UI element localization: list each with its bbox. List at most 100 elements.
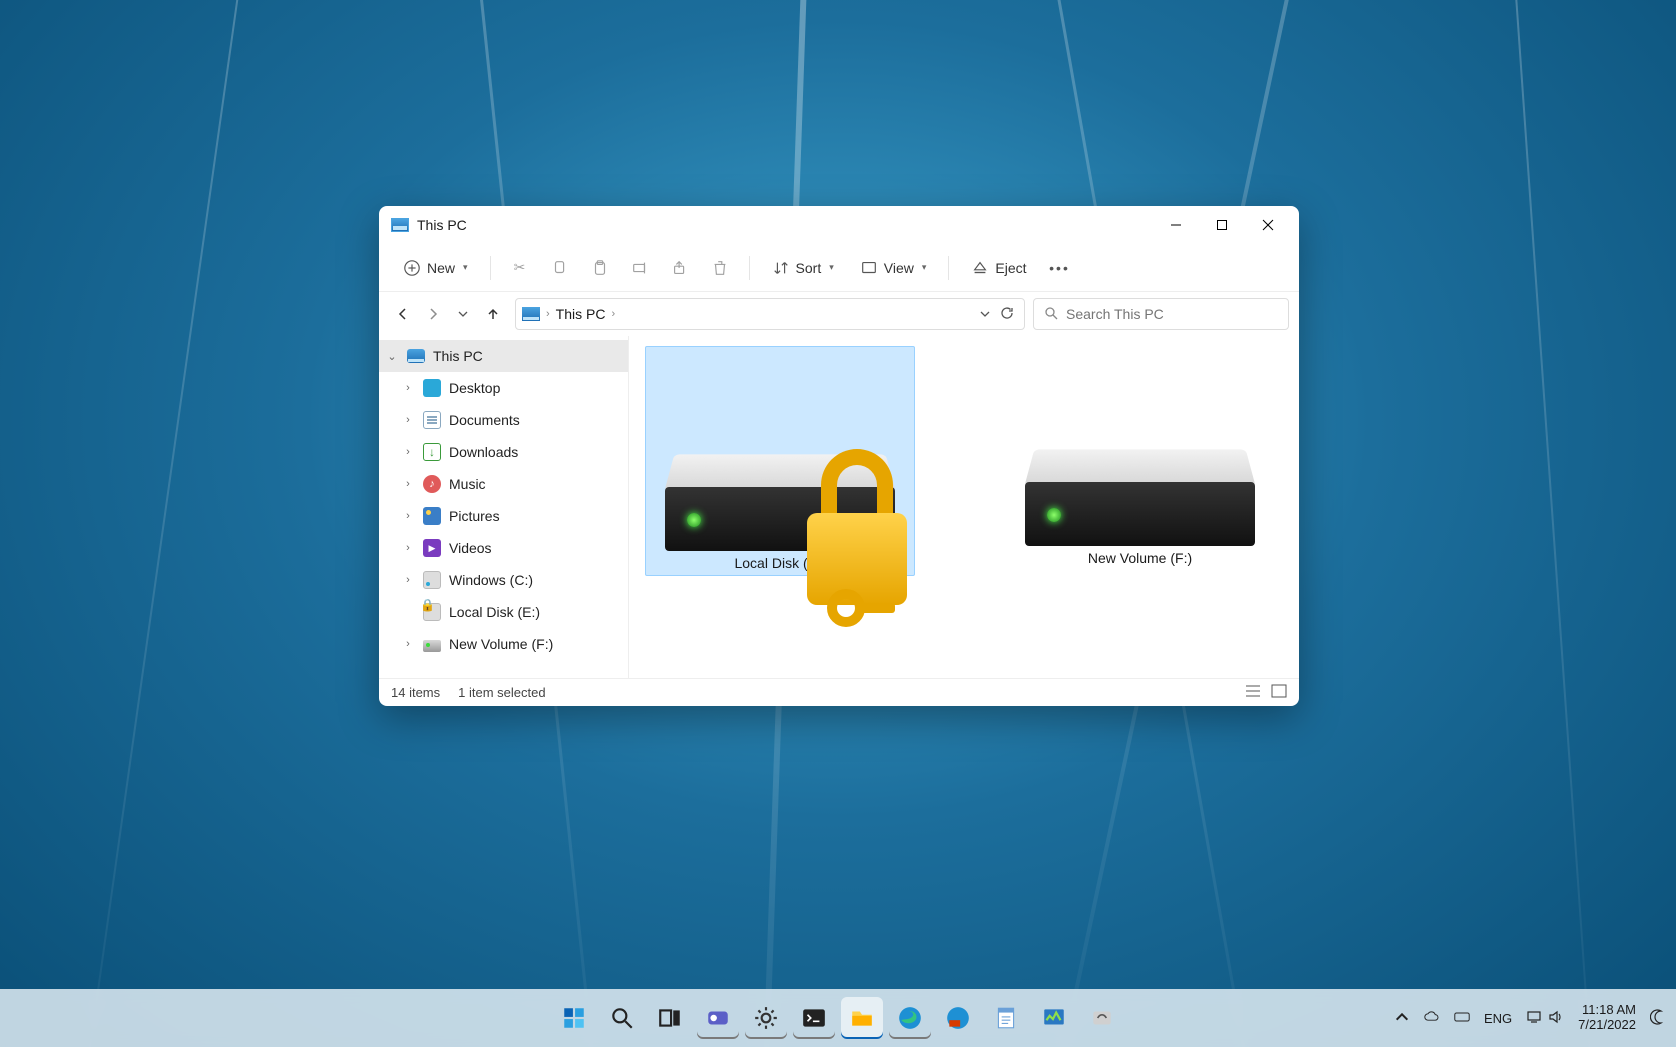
chevron-right-icon[interactable]: ›: [401, 510, 415, 522]
keyboard-icon[interactable]: [1454, 1009, 1470, 1028]
drive-tile-local-disk-e-[interactable]: Local Disk (E:): [645, 346, 915, 576]
drive-icon: [650, 351, 910, 551]
tray-overflow-button[interactable]: [1394, 1009, 1410, 1028]
tree-item-new-volume-f-[interactable]: ›New Volume (F:): [379, 628, 628, 660]
toolbar: New ▾ ✂ Sort ▾ View ▾ Eject •••: [379, 244, 1299, 292]
view-button[interactable]: View ▾: [850, 253, 937, 283]
chevron-right-icon[interactable]: ›: [401, 542, 415, 554]
file-explorer-window: This PC New ▾ ✂ Sort ▾ View ▾: [379, 206, 1299, 706]
breadcrumb-this-pc[interactable]: This PC: [556, 306, 606, 322]
details-view-button[interactable]: [1245, 684, 1261, 701]
tree-item-music[interactable]: › Music: [379, 468, 628, 500]
volume-icon: [1548, 1009, 1564, 1028]
language-indicator[interactable]: ENG: [1484, 1011, 1512, 1026]
chevron-right-icon[interactable]: ›: [401, 574, 415, 586]
tree-item-this-pc[interactable]: ⌄ This PC: [379, 340, 628, 372]
tree-item-pictures[interactable]: ›Pictures: [379, 500, 628, 532]
focus-assist-icon[interactable]: [1650, 1009, 1666, 1028]
mus-icon: [423, 475, 441, 493]
search-input[interactable]: [1066, 306, 1278, 322]
pic-icon: [423, 507, 441, 525]
taskbar-edge[interactable]: [889, 997, 931, 1039]
share-button[interactable]: [663, 253, 697, 283]
paste-button[interactable]: [583, 253, 617, 283]
sort-label: Sort: [796, 260, 822, 276]
cut-button[interactable]: ✂: [503, 253, 537, 283]
tree-item-label: This PC: [433, 348, 483, 364]
drive-tile-new-volume-f-[interactable]: New Volume (F:): [1005, 346, 1275, 576]
view-label: View: [884, 260, 914, 276]
scissors-icon: ✂: [511, 259, 529, 277]
taskbar[interactable]: ENG 11:18 AM 7/21/2022: [0, 989, 1676, 1047]
tree-item-documents[interactable]: ›Documents: [379, 404, 628, 436]
taskbar-settings[interactable]: [745, 997, 787, 1039]
more-button[interactable]: •••: [1043, 253, 1077, 283]
forward-button[interactable]: [419, 300, 447, 328]
close-button[interactable]: [1245, 209, 1291, 241]
recent-locations-button[interactable]: [449, 300, 477, 328]
drv-icon: [423, 640, 441, 652]
taskbar-search[interactable]: [601, 997, 643, 1039]
large-icons-view-button[interactable]: [1271, 684, 1287, 701]
plus-circle-icon: [403, 259, 421, 277]
taskbar-terminal[interactable]: [793, 997, 835, 1039]
clock[interactable]: 11:18 AM 7/21/2022: [1578, 1003, 1636, 1033]
address-bar[interactable]: › This PC ›: [515, 298, 1025, 330]
sort-button[interactable]: Sort ▾: [762, 253, 844, 283]
tree-item-downloads[interactable]: ›↓Downloads: [379, 436, 628, 468]
taskbar-app-other[interactable]: [1081, 997, 1123, 1039]
this-pc-icon: [391, 218, 409, 232]
chevron-down-icon: ▾: [922, 262, 927, 273]
items-view[interactable]: Local Disk (E:) New Volume (F:): [629, 336, 1299, 678]
taskbar-task-view[interactable]: [649, 997, 691, 1039]
tree-item-windows-c-[interactable]: ›Windows (C:): [379, 564, 628, 596]
taskbar-teams[interactable]: [697, 997, 739, 1039]
window-title: This PC: [417, 217, 467, 233]
titlebar[interactable]: This PC: [379, 206, 1299, 244]
navigation-tree[interactable]: ⌄This PC›Desktop›Documents›↓Downloads›Mu…: [379, 336, 629, 678]
delete-button[interactable]: [703, 253, 737, 283]
drvc-icon: [423, 571, 441, 589]
maximize-button[interactable]: [1199, 209, 1245, 241]
pc-icon: [407, 349, 425, 363]
system-tray[interactable]: ENG 11:18 AM 7/21/2022: [1394, 1003, 1666, 1033]
minimize-button[interactable]: [1153, 209, 1199, 241]
new-button[interactable]: New ▾: [393, 253, 478, 283]
eject-button[interactable]: Eject: [961, 253, 1036, 283]
rename-button[interactable]: [623, 253, 657, 283]
tree-item-label: Desktop: [449, 380, 500, 396]
dl-icon: ↓: [423, 443, 441, 461]
chevron-right-icon[interactable]: ›: [401, 638, 415, 650]
vid-icon: [423, 539, 441, 557]
status-selection: 1 item selected: [458, 685, 545, 700]
network-volume-group[interactable]: [1526, 1009, 1564, 1028]
taskbar-edge-canary[interactable]: [937, 997, 979, 1039]
sort-icon: [772, 259, 790, 277]
onedrive-icon[interactable]: [1424, 1009, 1440, 1028]
chevron-right-icon[interactable]: ›: [401, 478, 415, 490]
tree-item-videos[interactable]: › Videos: [379, 532, 628, 564]
chevron-right-icon[interactable]: ›: [401, 382, 415, 394]
tree-item-label: Videos: [449, 540, 492, 556]
lock-icon: [797, 483, 907, 623]
taskbar-task-manager[interactable]: [1033, 997, 1075, 1039]
taskbar-file-explorer[interactable]: [841, 997, 883, 1039]
address-dropdown-button[interactable]: [980, 306, 990, 323]
doc-icon: [423, 411, 441, 429]
back-button[interactable]: [389, 300, 417, 328]
status-bar: 14 items 1 item selected: [379, 678, 1299, 706]
network-icon: [1526, 1009, 1542, 1028]
chevron-down-icon[interactable]: ⌄: [385, 350, 399, 363]
tree-item-local-disk-e-[interactable]: Local Disk (E:): [379, 596, 628, 628]
taskbar-start[interactable]: [553, 997, 595, 1039]
search-box[interactable]: [1033, 298, 1289, 330]
chevron-right-icon[interactable]: ›: [401, 446, 415, 458]
copy-button[interactable]: [543, 253, 577, 283]
refresh-button[interactable]: [1000, 306, 1014, 323]
tree-item-label: Music: [449, 476, 486, 492]
tray-time: 11:18 AM: [1582, 1003, 1636, 1018]
tree-item-desktop[interactable]: › Desktop: [379, 372, 628, 404]
up-button[interactable]: [479, 300, 507, 328]
taskbar-notepad[interactable]: [985, 997, 1027, 1039]
chevron-right-icon[interactable]: ›: [401, 414, 415, 426]
